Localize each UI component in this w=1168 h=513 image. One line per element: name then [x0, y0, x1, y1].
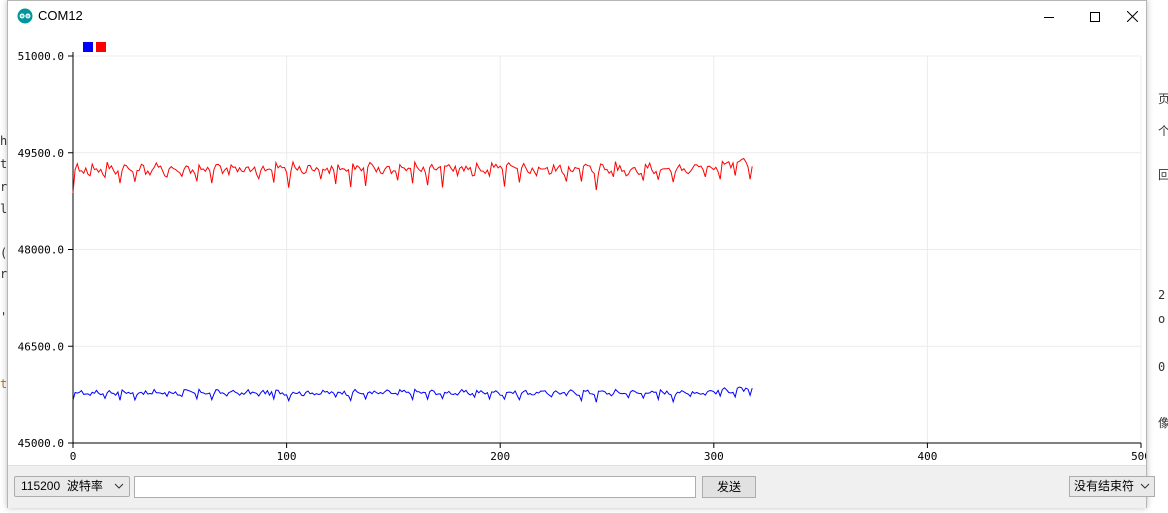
- background-code-fragment: 个: [1158, 124, 1168, 138]
- background-code-fragment: 0: [1158, 360, 1166, 374]
- series-line: [72, 386, 753, 404]
- x-tick-label: 300: [704, 450, 724, 463]
- legend-swatch: [96, 42, 106, 52]
- x-tick-label: 500: [1131, 450, 1146, 463]
- serial-plot-chart: 45000.0 46500.0 48000.0 49500.0 51000.0 0 100 2…: [18, 42, 1146, 463]
- serial-plotter-window: COM12 45000.0 46500.0 48000.0 49500.0 51000.…: [7, 0, 1155, 508]
- line-ending-value: 没有结束符: [1074, 479, 1135, 493]
- minimize-button[interactable]: [1026, 1, 1072, 32]
- send-button[interactable]: 发送: [702, 476, 756, 498]
- background-code-fragment: 回: [1158, 168, 1168, 182]
- y-tick-label: 51000.0: [18, 50, 64, 63]
- background-code-fragment: 2: [1158, 288, 1166, 302]
- maximize-icon: [1090, 11, 1100, 22]
- background-code-fragment: 像: [1158, 416, 1168, 430]
- send-input[interactable]: [134, 476, 696, 498]
- y-tick-label: 49500.0: [18, 147, 64, 160]
- y-tick-label: 46500.0: [18, 340, 64, 353]
- window-title: COM12: [38, 8, 83, 23]
- x-tick-label: 400: [917, 450, 937, 463]
- x-tick-label: 200: [490, 450, 510, 463]
- baud-rate-value: 115200 波特率: [21, 479, 103, 493]
- baud-rate-select[interactable]: 115200 波特率: [14, 476, 130, 497]
- chevron-down-icon: [114, 483, 124, 489]
- close-icon: [1126, 11, 1138, 22]
- title-bar[interactable]: COM12: [8, 1, 1146, 32]
- background-code-fragment: o: [1158, 312, 1166, 326]
- x-tick-label: 100: [277, 450, 297, 463]
- y-tick-label: 48000.0: [18, 244, 64, 257]
- chevron-down-icon: [1140, 483, 1150, 489]
- close-button[interactable]: [1118, 1, 1146, 32]
- x-tick-label: 0: [70, 450, 77, 463]
- y-tick-label: 45000.0: [18, 437, 64, 450]
- arduino-app-icon: [17, 8, 33, 24]
- background-code-fragment: 页: [1158, 92, 1168, 106]
- line-ending-select[interactable]: 没有结束符: [1069, 476, 1155, 497]
- plot-area: 45000.0 46500.0 48000.0 49500.0 51000.0 0 100 2…: [8, 32, 1146, 465]
- legend-swatch: [83, 42, 93, 52]
- maximize-button[interactable]: [1072, 1, 1118, 32]
- minimize-icon: [1044, 16, 1054, 18]
- series-line: [72, 157, 753, 194]
- bottom-toolbar: 115200 波特率 发送 没有结束符: [8, 465, 1155, 508]
